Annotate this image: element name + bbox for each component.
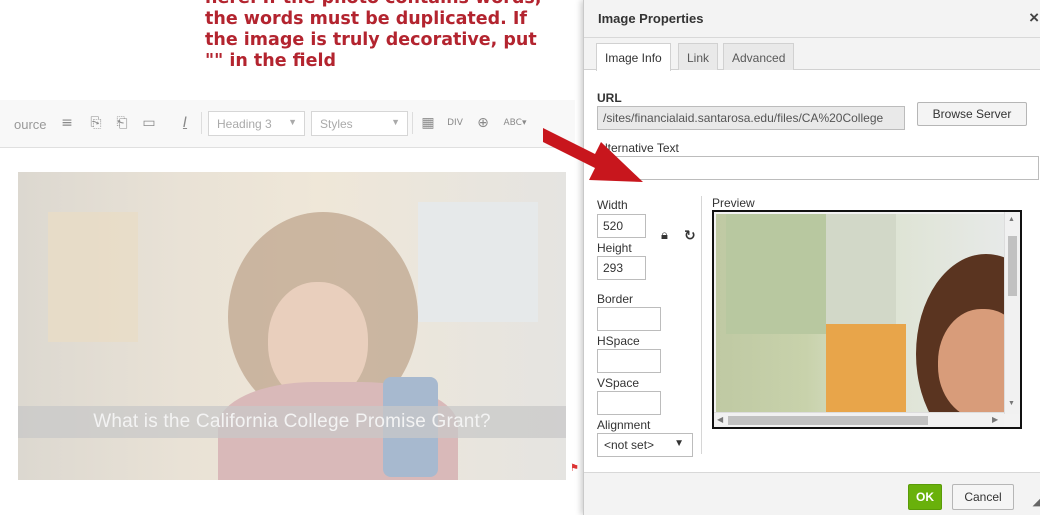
toolbar-separator bbox=[201, 112, 202, 134]
alignment-label: Alignment bbox=[597, 418, 651, 432]
instruction-annotation: here. If the photo contains words, the w… bbox=[205, 0, 585, 72]
height-field[interactable]: 293 bbox=[597, 256, 646, 280]
flag-icon[interactable]: ⚑ bbox=[570, 464, 580, 474]
hspace-field[interactable] bbox=[597, 349, 661, 373]
url-label: URL bbox=[597, 91, 622, 105]
resize-handle-icon[interactable]: ◢ bbox=[1033, 495, 1040, 508]
spellcheck-icon[interactable]: ABC▾ bbox=[500, 114, 530, 132]
red-arrow-icon bbox=[543, 128, 643, 182]
preview-horizontal-scrollbar[interactable]: ◀ ▶ bbox=[714, 412, 1004, 427]
border-field[interactable] bbox=[597, 307, 661, 331]
paste-text-icon[interactable]: ⎗ bbox=[113, 114, 131, 132]
preview-vertical-scrollbar[interactable]: ▲ ▼ bbox=[1004, 212, 1020, 414]
scroll-left-icon[interactable]: ◀ bbox=[717, 415, 723, 424]
table-icon[interactable]: ▦ bbox=[419, 114, 437, 132]
vspace-field[interactable] bbox=[597, 391, 661, 415]
dialog-title: Image Properties bbox=[598, 11, 704, 26]
reset-icon[interactable]: ↻ bbox=[684, 228, 696, 244]
justify-icon[interactable]: ≡ bbox=[58, 114, 76, 132]
preview-label: Preview bbox=[712, 196, 755, 210]
alt-text-field[interactable] bbox=[597, 156, 1039, 180]
scroll-right-icon[interactable]: ▶ bbox=[992, 415, 998, 424]
preview-image bbox=[716, 214, 1016, 414]
remove-format-icon[interactable]: I bbox=[176, 114, 194, 132]
editor-toolbar: ource ≡ ⎘ ⎗ ▭ I Heading 3 ▼ Styles ▼ ▦ D… bbox=[0, 100, 575, 148]
image-window-shape bbox=[48, 212, 138, 342]
toolbar-separator bbox=[412, 112, 413, 134]
paste-icon[interactable]: ⎘ bbox=[87, 114, 105, 132]
image-window-shape bbox=[418, 202, 538, 322]
preview-window-shape bbox=[826, 324, 906, 414]
image-caption-band: What is the California College Promise G… bbox=[18, 406, 566, 438]
preview-pane[interactable]: ▲ ▼ ◀ ▶ bbox=[712, 210, 1022, 429]
editor-image[interactable]: What is the California College Promise G… bbox=[18, 172, 566, 480]
annotation-line-4: "" in the field bbox=[205, 51, 337, 71]
tab-advanced[interactable]: Advanced bbox=[723, 43, 795, 70]
hspace-label: HSpace bbox=[597, 334, 640, 348]
width-label: Width bbox=[597, 198, 628, 212]
scrollbar-thumb[interactable] bbox=[728, 416, 928, 425]
link-icon[interactable]: ⊕ bbox=[474, 114, 492, 132]
preview-window-shape bbox=[826, 214, 896, 324]
annotation-line-1: here. If the photo contains words, bbox=[205, 0, 585, 9]
dialog-titlebar[interactable]: Image Properties × bbox=[584, 0, 1040, 38]
alignment-value: <not set> bbox=[604, 438, 655, 452]
vspace-label: VSpace bbox=[597, 376, 640, 390]
scroll-down-icon[interactable]: ▼ bbox=[1008, 400, 1015, 407]
alignment-select[interactable]: <not set> ▼ bbox=[597, 433, 693, 457]
border-label: Border bbox=[597, 292, 634, 306]
close-icon[interactable]: × bbox=[1029, 8, 1039, 28]
browse-server-button[interactable]: Browse Server bbox=[917, 102, 1027, 126]
format-combo[interactable]: Heading 3 ▼ bbox=[208, 111, 305, 136]
width-field[interactable]: 520 bbox=[597, 214, 646, 238]
scrollbar-thumb[interactable] bbox=[1008, 236, 1017, 296]
div-icon[interactable]: DIV bbox=[446, 114, 464, 132]
tab-image-info[interactable]: Image Info bbox=[596, 43, 671, 71]
spellcheck-label: ABC bbox=[503, 118, 522, 128]
dialog-tabs: Image Info Link Advanced bbox=[584, 38, 1040, 71]
image-properties-dialog: Image Properties × Image Info Link Advan… bbox=[583, 0, 1040, 515]
styles-combo[interactable]: Styles ▼ bbox=[311, 111, 408, 136]
dialog-footer: OK Cancel ◢ bbox=[584, 472, 1040, 515]
chevron-down-icon: ▼ bbox=[674, 438, 684, 449]
lock-icon[interactable]: 🔒︎ bbox=[661, 228, 668, 243]
styles-combo-value: Styles bbox=[320, 117, 353, 131]
ok-button[interactable]: OK bbox=[908, 484, 942, 510]
annotation-line-3: the image is truly decorative, put bbox=[205, 30, 537, 50]
image-caption: What is the California College Promise G… bbox=[93, 411, 491, 432]
annotation-line-2: the words must be duplicated. If bbox=[205, 9, 528, 29]
preview-window-shape bbox=[726, 214, 826, 334]
paste-word-icon[interactable]: ▭ bbox=[140, 114, 158, 132]
tab-link[interactable]: Link bbox=[678, 43, 719, 70]
scroll-up-icon[interactable]: ▲ bbox=[1008, 216, 1015, 223]
height-label: Height bbox=[597, 241, 632, 255]
chevron-down-icon: ▼ bbox=[391, 117, 400, 127]
source-button[interactable]: ource bbox=[14, 117, 47, 132]
format-combo-value: Heading 3 bbox=[217, 117, 272, 131]
cancel-button[interactable]: Cancel bbox=[952, 484, 1014, 510]
chevron-down-icon: ▼ bbox=[288, 117, 297, 127]
section-divider bbox=[701, 196, 702, 454]
